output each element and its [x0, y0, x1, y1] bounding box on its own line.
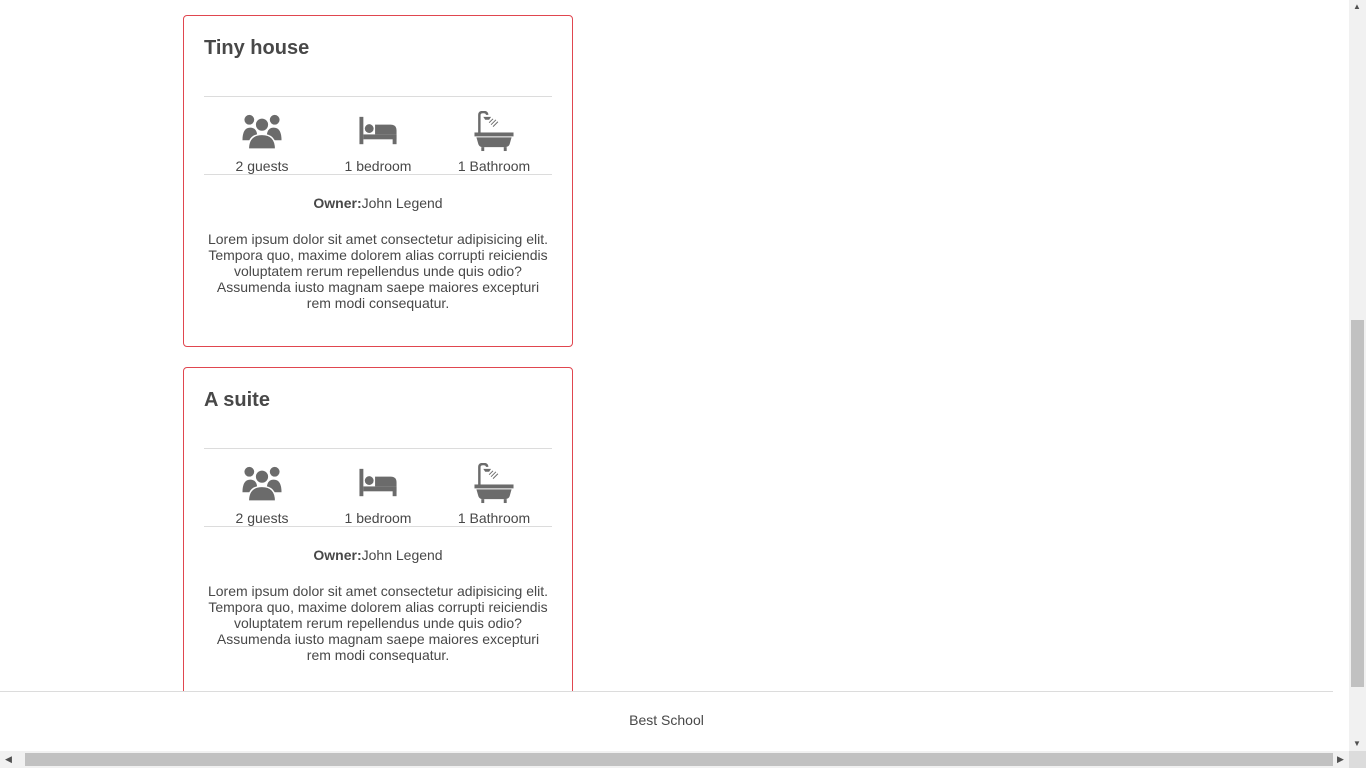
scrollbar-corner — [1349, 751, 1366, 768]
bathroom-info: 1 Bathroom — [436, 463, 552, 526]
horizontal-scroll-thumb[interactable] — [25, 753, 1333, 766]
group-icon — [242, 114, 282, 150]
place-description: Lorem ipsum dolor sit amet consectetur a… — [207, 231, 549, 311]
bed-icon — [359, 468, 397, 497]
guests-info: 2 guests — [204, 111, 320, 174]
owner-name: John Legend — [361, 195, 443, 211]
bedroom-label: 1 bedroom — [344, 158, 412, 174]
owner-label: Owner: — [313, 195, 362, 211]
place-info: 2 guests 1 bedroom 1 Bathroom — [204, 96, 552, 175]
place-card: A suite 2 guests 1 bedroom 1 Bathroom Ow… — [183, 367, 573, 727]
bedroom-info: 1 bedroom — [320, 111, 436, 174]
guests-label: 2 guests — [235, 510, 289, 526]
place-info: 2 guests 1 bedroom 1 Bathroom — [204, 448, 552, 527]
place-title: Tiny house — [204, 37, 310, 59]
vertical-scrollbar[interactable]: ▲ ▼ — [1349, 0, 1366, 751]
owner-name: John Legend — [361, 547, 443, 563]
bathroom-label: 1 Bathroom — [457, 158, 531, 174]
owner-line: Owner:John Legend — [204, 195, 552, 211]
bathtub-icon — [474, 463, 514, 504]
group-icon — [242, 466, 282, 502]
scroll-right-arrow-icon[interactable]: ▶ — [1337, 754, 1344, 765]
place-title: A suite — [204, 389, 270, 411]
owner-label: Owner: — [313, 547, 362, 563]
guests-info: 2 guests — [204, 463, 320, 526]
scroll-up-arrow-icon[interactable]: ▲ — [1353, 2, 1361, 11]
scroll-down-arrow-icon[interactable]: ▼ — [1353, 739, 1361, 748]
horizontal-scrollbar[interactable]: ◀ ▶ — [0, 751, 1349, 768]
owner-line: Owner:John Legend — [204, 547, 552, 563]
bed-icon — [359, 116, 397, 145]
place-card: Tiny house 2 guests 1 bedroom 1 Bathroom… — [183, 15, 573, 347]
page-viewport: Tiny house 2 guests 1 bedroom 1 Bathroom… — [0, 0, 1349, 751]
places-list: Tiny house 2 guests 1 bedroom 1 Bathroom… — [183, 15, 573, 747]
page-footer: Best School — [0, 691, 1333, 751]
bathtub-icon — [474, 111, 514, 152]
bedroom-label: 1 bedroom — [344, 510, 412, 526]
scroll-left-arrow-icon[interactable]: ◀ — [5, 754, 12, 765]
vertical-scroll-thumb[interactable] — [1351, 320, 1364, 687]
footer-text: Best School — [629, 712, 704, 728]
guests-label: 2 guests — [235, 158, 289, 174]
bathroom-label: 1 Bathroom — [457, 510, 531, 526]
place-description: Lorem ipsum dolor sit amet consectetur a… — [207, 583, 549, 663]
bedroom-info: 1 bedroom — [320, 463, 436, 526]
bathroom-info: 1 Bathroom — [436, 111, 552, 174]
